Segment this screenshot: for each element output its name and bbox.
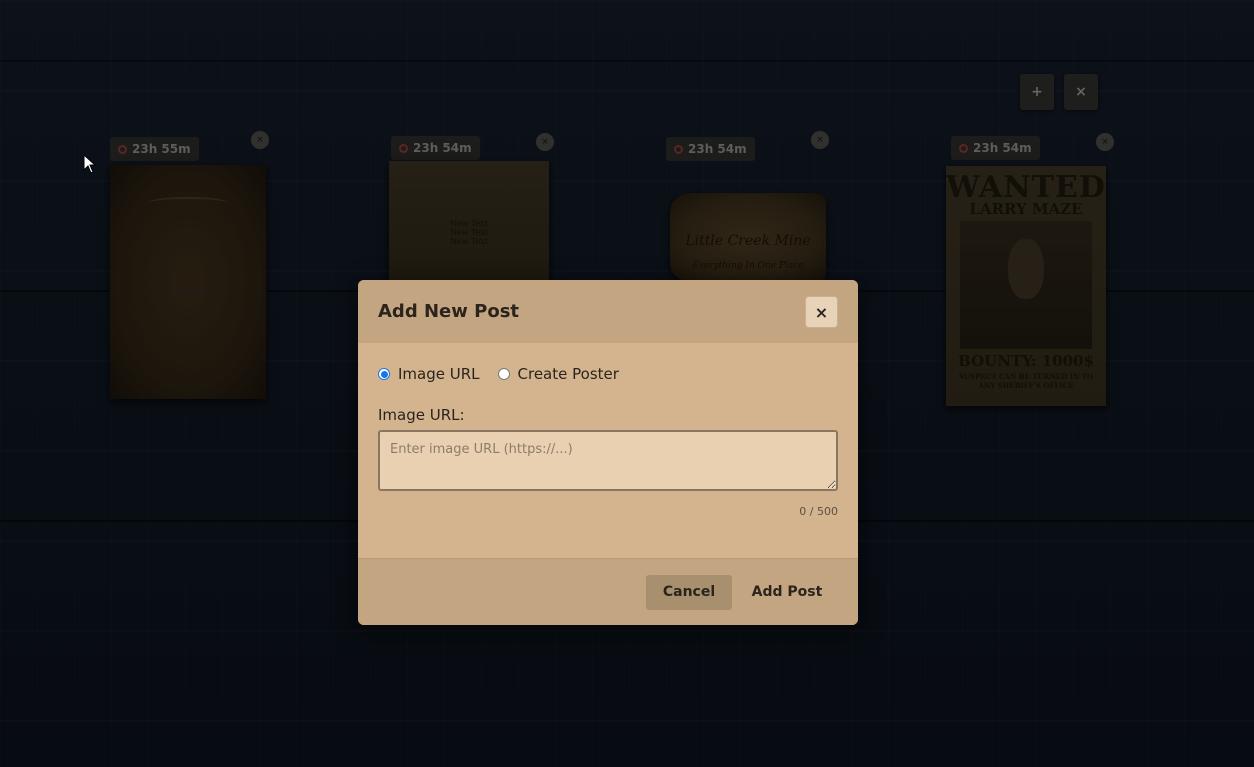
- image-url-label: Image URL:: [378, 406, 465, 424]
- radio-label-create-poster: Create Poster: [517, 365, 619, 383]
- radio-button-create-poster[interactable]: [497, 368, 510, 380]
- add-post-submit-button[interactable]: Add Post: [746, 575, 828, 610]
- character-counter: 0 / 500: [799, 505, 838, 518]
- dialog-title: Add New Post: [378, 301, 520, 322]
- add-post-dialog: Add New Post × Image URL Create Poster I…: [358, 280, 858, 625]
- dialog-header: Add New Post ×: [358, 280, 858, 343]
- radio-button-image-url[interactable]: [378, 368, 390, 380]
- dialog-footer: Cancel Add Post: [358, 558, 858, 625]
- radio-option-image-url[interactable]: Image URL: [378, 365, 480, 383]
- radio-option-create-poster[interactable]: Create Poster: [497, 365, 619, 383]
- post-type-selector: Image URL Create Poster: [378, 365, 838, 383]
- mouse-cursor-icon: [83, 154, 97, 174]
- dialog-close-button[interactable]: ×: [805, 296, 838, 328]
- dialog-body: Image URL Create Poster Image URL: 0 / 5…: [358, 343, 858, 557]
- radio-label-image-url: Image URL: [398, 365, 480, 383]
- image-url-input[interactable]: [378, 430, 838, 491]
- cancel-button[interactable]: Cancel: [646, 574, 732, 610]
